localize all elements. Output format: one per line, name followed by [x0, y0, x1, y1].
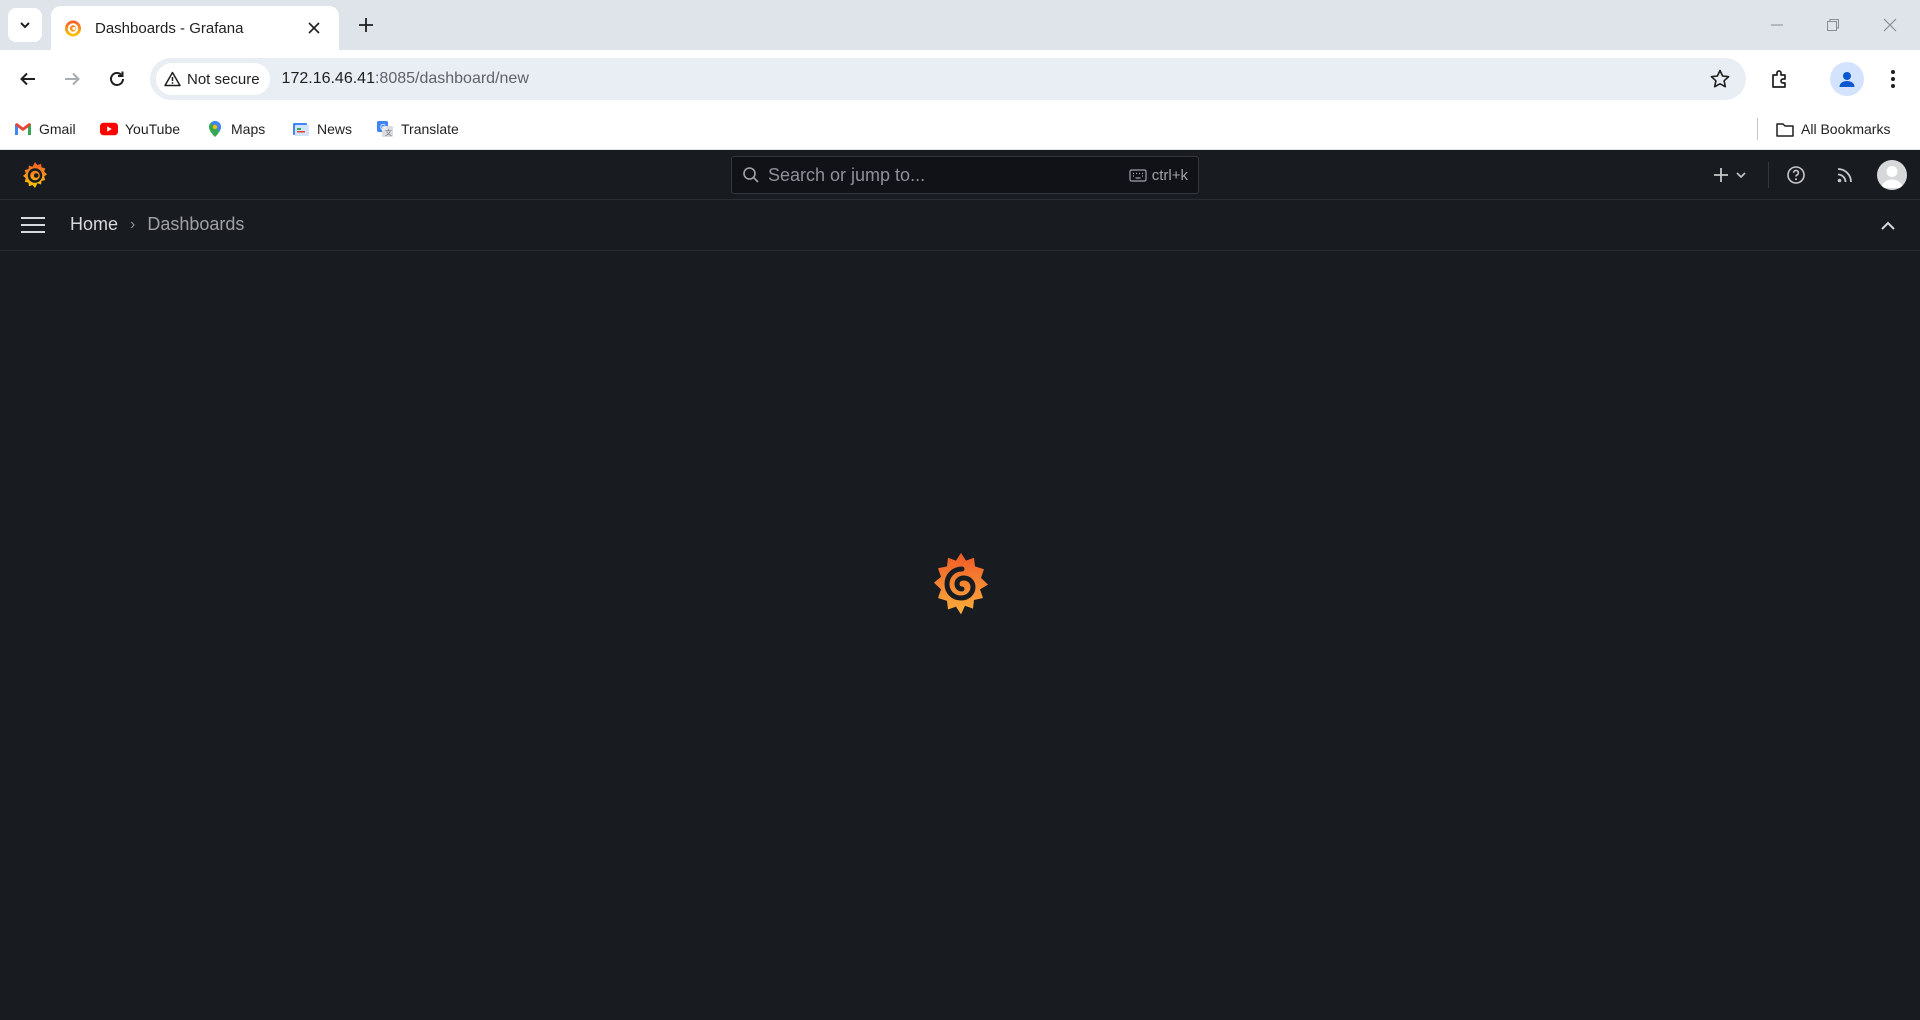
- plus-icon: [359, 18, 373, 32]
- chevron-down-icon: [20, 22, 30, 29]
- address-bar[interactable]: Not secure 172.16.46.41:8085/dashboard/n…: [150, 58, 1746, 100]
- rss-icon: [1837, 168, 1852, 183]
- chevron-down-icon: [1736, 172, 1746, 179]
- menu-toggle-button[interactable]: [20, 214, 48, 238]
- help-button[interactable]: [1783, 162, 1809, 188]
- user-avatar[interactable]: [1877, 160, 1907, 190]
- bookmark-maps[interactable]: Maps: [206, 116, 265, 142]
- bookmark-news[interactable]: News: [292, 116, 352, 142]
- bookmark-gmail[interactable]: Gmail: [14, 116, 76, 142]
- close-window-button[interactable]: [1870, 8, 1910, 42]
- profile-button[interactable]: [1830, 62, 1864, 96]
- grafana-favicon-icon: [63, 18, 83, 38]
- arrow-right-icon: [65, 72, 80, 86]
- bookmarks-separator: [1757, 118, 1758, 140]
- url-path: :8085/dashboard/new: [374, 70, 529, 87]
- add-new-button[interactable]: [1710, 162, 1750, 188]
- back-button[interactable]: [11, 62, 45, 96]
- arrow-left-icon: [20, 72, 35, 86]
- grafana-home-logo[interactable]: [20, 160, 50, 190]
- security-chip[interactable]: Not secure: [156, 63, 270, 95]
- all-bookmarks-button[interactable]: All Bookmarks: [1776, 116, 1890, 142]
- user-avatar-icon: [1881, 166, 1903, 188]
- bookmarks-bar: Gmail YouTube Maps News G文 Translate All…: [0, 108, 1920, 150]
- extensions-button[interactable]: [1763, 62, 1797, 96]
- topbar-separator: [1768, 162, 1769, 188]
- close-icon: [1883, 18, 1897, 32]
- url-text[interactable]: 172.16.46.41:8085/dashboard/new: [282, 70, 529, 88]
- bookmark-label: News: [317, 121, 353, 137]
- browser-toolbar: Not secure 172.16.46.41:8085/dashboard/n…: [0, 50, 1920, 108]
- plus-icon: [1714, 168, 1728, 182]
- browser-menu-button[interactable]: [1876, 62, 1910, 96]
- grafana-logo-icon: [23, 162, 47, 188]
- breadcrumb-current: Dashboards: [147, 214, 245, 234]
- kebab-menu-icon: [1891, 70, 1895, 88]
- close-icon: [308, 22, 320, 34]
- translate-icon: G文: [376, 120, 394, 138]
- forward-button[interactable]: [55, 62, 89, 96]
- search-placeholder: Search or jump to...: [768, 164, 926, 185]
- help-icon: [1787, 166, 1805, 184]
- tab-close-button[interactable]: [303, 17, 325, 39]
- bookmark-label: YouTube: [125, 121, 181, 137]
- youtube-icon: [100, 120, 118, 138]
- breadcrumb-separator-icon: ›: [130, 215, 136, 233]
- new-tab-button[interactable]: [352, 11, 380, 39]
- tab-search-button[interactable]: [8, 8, 42, 42]
- news-icon: [292, 120, 310, 138]
- chevron-up-icon: [1881, 221, 1895, 230]
- bookmark-label: Translate: [401, 121, 459, 137]
- search-shortcut-text: ctrl+k: [1151, 166, 1188, 184]
- reload-icon: [110, 71, 124, 86]
- grafana-loading-logo-icon: [930, 541, 992, 631]
- folder-icon: [1776, 120, 1794, 138]
- person-icon: [1839, 72, 1855, 87]
- minimize-icon: [1771, 24, 1783, 26]
- breadcrumb-home-link[interactable]: Home: [70, 214, 118, 235]
- restore-icon: [1827, 19, 1839, 31]
- maps-icon: [206, 120, 224, 138]
- restore-button[interactable]: [1813, 8, 1853, 42]
- collapse-topbar-button[interactable]: [1876, 214, 1900, 238]
- dashboard-loading-area: [0, 251, 1920, 1020]
- security-label: Not secure: [187, 70, 260, 88]
- search-icon: [743, 167, 759, 183]
- grafana-search-input[interactable]: Search or jump to... ctrl+k: [731, 156, 1199, 194]
- bookmark-translate[interactable]: G文 Translate: [376, 116, 459, 142]
- star-icon: [1710, 69, 1730, 88]
- all-bookmarks-label: All Bookmarks: [1801, 121, 1891, 137]
- bookmark-label: Maps: [231, 121, 266, 137]
- gmail-icon: [14, 120, 32, 138]
- bookmark-star-button[interactable]: [1708, 67, 1732, 91]
- warning-icon: [164, 71, 181, 87]
- breadcrumb: Home › Dashboards: [70, 214, 244, 235]
- reload-button[interactable]: [100, 62, 134, 96]
- svg-text:文: 文: [385, 128, 392, 137]
- browser-tab-strip: Dashboards - Grafana: [0, 0, 1920, 50]
- news-feed-button[interactable]: [1832, 162, 1858, 188]
- hamburger-menu-icon: [21, 217, 45, 233]
- grafana-top-bar: Search or jump to... ctrl+k: [0, 150, 1920, 200]
- bookmark-youtube[interactable]: YouTube: [100, 116, 180, 142]
- tab-title: Dashboards - Grafana: [95, 19, 244, 37]
- active-tab[interactable]: Dashboards - Grafana: [51, 6, 339, 50]
- search-shortcut-hint: ctrl+k: [1129, 167, 1188, 184]
- keyboard-icon: [1129, 168, 1147, 182]
- bookmark-label: Gmail: [39, 121, 76, 137]
- puzzle-icon: [1772, 70, 1786, 88]
- minimize-button[interactable]: [1757, 8, 1797, 42]
- grafana-breadcrumb-bar: Home › Dashboards: [0, 200, 1920, 251]
- url-host: 172.16.46.41: [281, 70, 375, 87]
